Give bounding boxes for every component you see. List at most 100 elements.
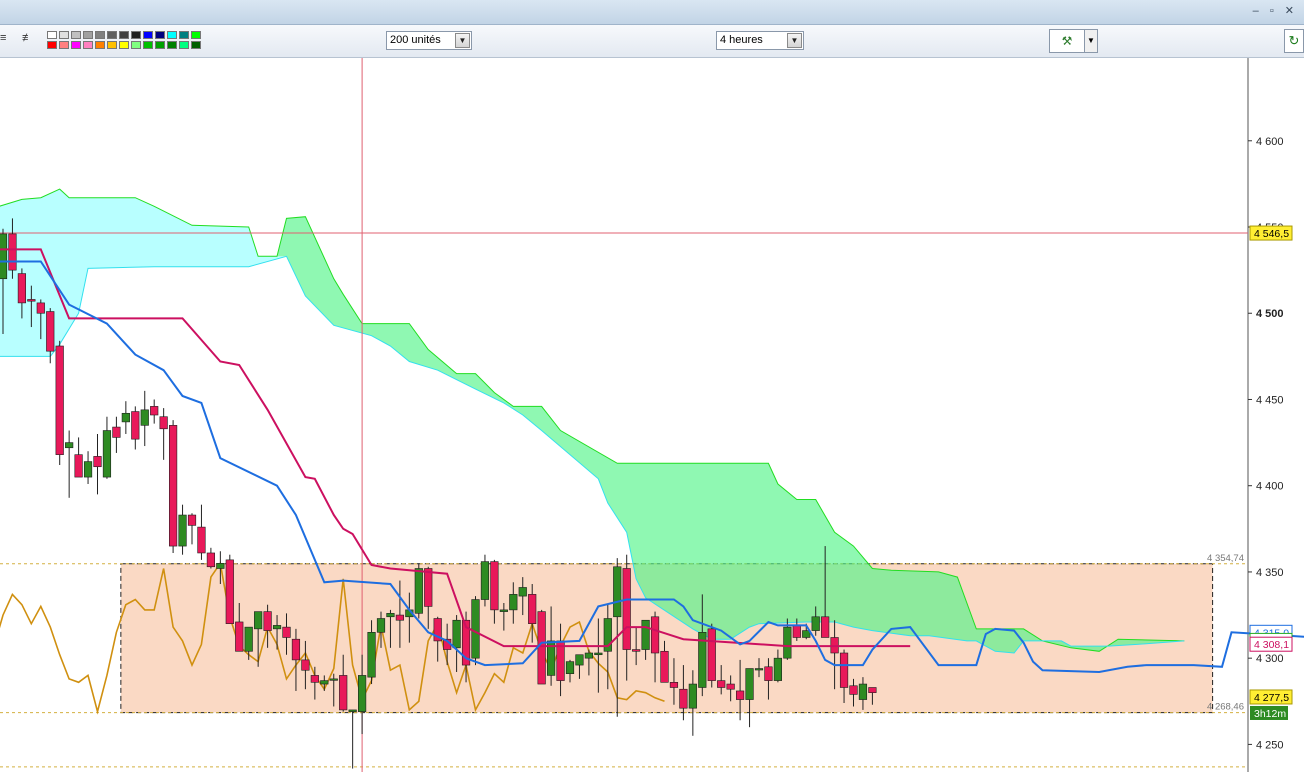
candle-body — [509, 594, 518, 611]
candle-body — [783, 626, 792, 659]
color-swatch[interactable] — [71, 31, 81, 39]
candle-body — [518, 587, 527, 597]
color-swatch[interactable] — [107, 41, 117, 49]
candle — [112, 416, 121, 453]
candle-body — [613, 566, 622, 618]
refresh-icon[interactable]: ↻ — [1284, 29, 1304, 53]
candle-body — [121, 412, 130, 423]
candle-body — [452, 619, 461, 649]
period-select-value: 4 heures — [720, 34, 763, 46]
color-swatch[interactable] — [107, 31, 117, 39]
color-swatch[interactable] — [83, 41, 93, 49]
candle-body — [565, 661, 575, 674]
period-select[interactable]: 4 heures ▼ — [716, 31, 804, 50]
candle-body — [348, 709, 357, 712]
candle-body — [282, 626, 291, 638]
color-swatch[interactable] — [47, 41, 57, 49]
candle-body — [471, 599, 480, 659]
candle — [206, 547, 216, 569]
candle — [131, 406, 140, 450]
candle-body — [112, 426, 121, 438]
color-swatch[interactable] — [179, 31, 189, 39]
candle-body — [376, 618, 386, 633]
color-swatch[interactable] — [155, 31, 165, 39]
price-chart[interactable]: 4 2504 3004 3504 4004 4504 5004 5504 600… — [0, 58, 1304, 772]
candle-body — [622, 568, 631, 650]
candle-body — [688, 683, 697, 709]
candle — [348, 709, 357, 769]
candle-body — [83, 461, 93, 478]
color-swatch[interactable] — [167, 41, 177, 49]
candle — [159, 408, 168, 460]
color-swatch[interactable] — [59, 31, 69, 39]
units-select[interactable]: 200 unités ▼ — [386, 31, 472, 50]
candle-body — [745, 668, 754, 700]
window-titlebar: – ▫ ✕ — [0, 0, 1304, 25]
candle-body — [764, 666, 773, 681]
y-tick-label: 4 250 — [1256, 739, 1284, 751]
color-swatch[interactable] — [71, 41, 81, 49]
candle-body — [679, 688, 688, 709]
color-swatch[interactable] — [179, 41, 189, 49]
candle — [187, 513, 197, 545]
candle-body — [178, 514, 187, 547]
color-swatch[interactable] — [191, 41, 201, 49]
y-tick-label: 4 350 — [1256, 567, 1284, 579]
color-swatch[interactable] — [143, 31, 153, 39]
chevron-down-icon[interactable]: ▼ — [455, 33, 470, 48]
candle-body — [575, 654, 584, 666]
kijun-price-tag: 4 308,1 — [1254, 639, 1289, 651]
color-swatch[interactable] — [95, 41, 105, 49]
candle-body — [150, 406, 159, 416]
candle-body — [367, 632, 376, 678]
candle-body — [197, 526, 206, 554]
candle-body — [868, 687, 877, 693]
candle — [140, 390, 149, 447]
draw-line-icon[interactable]: ≡ — [0, 32, 18, 48]
color-swatch[interactable] — [119, 31, 129, 39]
current-price-tag: 4 277,5 — [1254, 692, 1289, 704]
color-swatch[interactable] — [131, 41, 141, 49]
color-swatch[interactable] — [167, 31, 177, 39]
candle-body — [291, 638, 301, 661]
color-swatch[interactable] — [191, 31, 201, 39]
color-swatch[interactable] — [47, 31, 57, 39]
candle-body — [329, 678, 338, 681]
candle-body — [821, 616, 830, 638]
candle-body — [169, 425, 178, 547]
candle-body — [669, 682, 679, 688]
candle-body — [792, 625, 801, 638]
candle-body — [632, 649, 641, 652]
candle-body — [244, 626, 253, 652]
color-palette[interactable] — [47, 31, 202, 50]
color-swatch[interactable] — [131, 31, 141, 39]
candle-body — [272, 625, 282, 630]
candle — [169, 420, 178, 553]
style-icon[interactable]: ≢ — [22, 32, 40, 48]
color-swatch[interactable] — [95, 31, 105, 39]
candle — [480, 554, 490, 607]
candle-body — [17, 273, 27, 304]
candle-body — [811, 616, 820, 631]
color-swatch[interactable] — [83, 31, 93, 39]
candle-body — [339, 675, 348, 711]
units-select-value: 200 unités — [390, 34, 441, 46]
candle-body — [584, 652, 593, 659]
indicators-dropdown-button[interactable]: ▼ — [1085, 29, 1098, 53]
y-tick-label: 4 500 — [1256, 308, 1284, 320]
chart-toolbar: ≡ ≢ 200 unités ▼ 4 heures ▼ ⚒ ▼ ↻ — [0, 25, 1304, 58]
color-swatch[interactable] — [59, 41, 69, 49]
color-swatch[interactable] — [155, 41, 165, 49]
window-controls[interactable]: – ▫ ✕ — [1253, 4, 1298, 17]
chevron-down-icon[interactable]: ▼ — [787, 33, 802, 48]
candle-body — [206, 552, 216, 568]
candle — [74, 437, 83, 478]
color-swatch[interactable] — [119, 41, 129, 49]
indicators-button[interactable]: ⚒ — [1049, 29, 1085, 53]
color-swatch[interactable] — [143, 41, 153, 49]
candle-body — [660, 650, 669, 683]
y-tick-label: 4 300 — [1256, 653, 1284, 665]
chart-canvas[interactable]: 4 2504 3004 3504 4004 4504 5004 5504 600… — [0, 58, 1304, 772]
candle-body — [414, 568, 423, 614]
candle-body — [849, 685, 858, 695]
